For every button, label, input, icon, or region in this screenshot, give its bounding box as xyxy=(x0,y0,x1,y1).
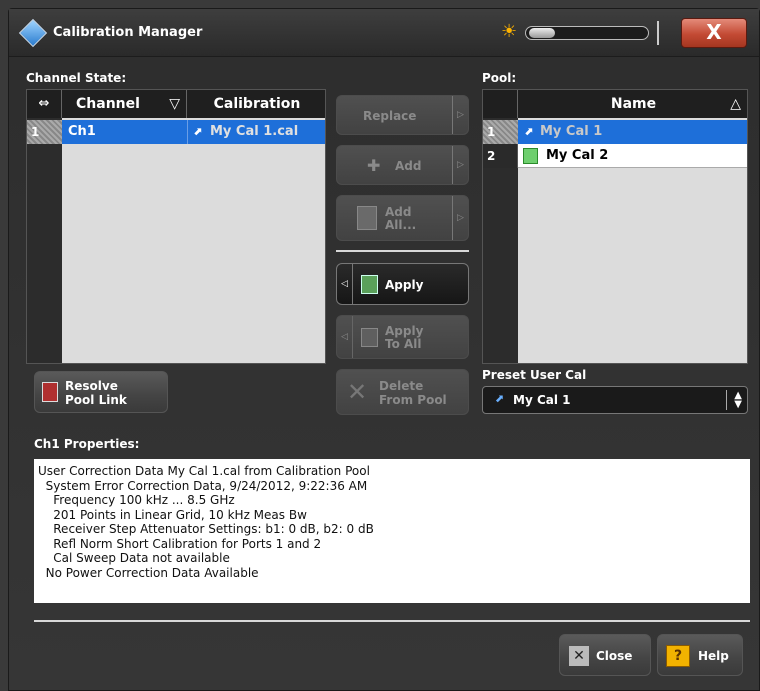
delete-label-1: Delete xyxy=(379,379,424,393)
list-item[interactable]: ⬈ My Cal 1 xyxy=(518,120,747,144)
sort-ascending-icon: △ xyxy=(730,96,741,112)
resolve-label-2: Pool Link xyxy=(65,393,127,407)
link-icon: ⬈ xyxy=(495,392,505,405)
pool-table: Name △ 1 ⬈ My Cal 1 2 My Cal 2 xyxy=(482,89,748,364)
footer-divider xyxy=(34,620,750,622)
apply-to-all-label-1: Apply xyxy=(385,324,424,338)
close-x-icon: ✕ xyxy=(569,646,589,666)
apply-button-label: Apply xyxy=(385,278,424,292)
column-header-name[interactable]: Name △ xyxy=(518,90,747,118)
column-header-name-label: Name xyxy=(610,96,657,112)
property-line: User Correction Data My Cal 1.cal from C… xyxy=(38,464,370,478)
channel-cell: Ch1 xyxy=(68,124,96,139)
list-item[interactable]: My Cal 2 xyxy=(518,144,747,168)
delete-label-2: From Pool xyxy=(379,393,447,407)
apply-button[interactable]: ◁ Apply xyxy=(336,263,469,305)
add-all-label-1: Add xyxy=(385,205,412,219)
caret-left-icon: ◁ xyxy=(337,264,353,304)
plus-icon: ✚ xyxy=(367,156,381,175)
column-resize-corner[interactable]: ⇔ xyxy=(27,90,62,118)
resolve-link-icon xyxy=(42,382,58,402)
sort-descending-icon: ▽ xyxy=(169,96,180,112)
property-line: Refl Norm Short Calibration for Ports 1 … xyxy=(38,536,322,551)
add-button-label: Add xyxy=(395,159,422,173)
link-icon: ⬈ xyxy=(524,125,534,138)
help-question-icon: ? xyxy=(666,645,690,667)
title-bar: Calibration Manager ☀ X xyxy=(9,9,759,57)
add-all-button[interactable]: Add All... ▷ xyxy=(336,195,469,241)
brightness-slider[interactable] xyxy=(525,26,649,40)
property-line: No Power Correction Data Available xyxy=(38,565,259,580)
property-line: System Error Correction Data, 9/24/2012,… xyxy=(38,478,368,493)
brightness-slider-thumb[interactable] xyxy=(529,28,555,38)
close-button[interactable]: ✕ Close xyxy=(559,634,651,676)
apply-to-all-label-2: To All xyxy=(385,337,422,351)
channel-state-table: ⇔ Channel ▽ Calibration 1 Ch1 ⬈ My Cal 1… xyxy=(26,89,326,364)
property-line: 201 Points in Linear Grid, 10 kHz Meas B… xyxy=(38,507,307,522)
calibration-manager-window: Calibration Manager ☀ X Channel State: ⇔… xyxy=(8,8,760,691)
column-header-channel[interactable]: Channel ▽ xyxy=(62,90,187,118)
document-add-icon xyxy=(357,206,377,230)
pool-label: Pool: xyxy=(482,71,517,85)
apply-all-icon xyxy=(361,328,378,347)
column-header-channel-label: Channel xyxy=(76,96,140,112)
window-title: Calibration Manager xyxy=(53,25,203,40)
add-button[interactable]: ✚ Add ▷ xyxy=(336,145,469,185)
preset-user-cal-select[interactable]: ⬈ My Cal 1 ▲ ▼ xyxy=(482,386,748,414)
link-icon: ⬈ xyxy=(193,125,203,138)
resolve-label-1: Resolve xyxy=(65,379,118,393)
pool-item-name: My Cal 2 xyxy=(546,148,609,163)
delete-from-pool-button[interactable]: ✕ Delete From Pool xyxy=(336,369,469,415)
spinner-updown-icon: ▲ ▼ xyxy=(734,390,742,410)
property-line: Receiver Step Attenuator Settings: b1: 0… xyxy=(38,522,374,536)
replace-button-label: Replace xyxy=(363,109,417,123)
ch1-properties-label: Ch1 Properties: xyxy=(34,437,140,451)
calibration-file-icon xyxy=(523,148,538,164)
property-line: Frequency 100 kHz ... 8.5 GHz xyxy=(38,493,235,507)
caret-right-icon: ▷ xyxy=(452,96,468,134)
caret-right-icon: ▷ xyxy=(452,146,468,184)
window-close-button[interactable]: X xyxy=(681,18,747,48)
row-number[interactable]: 1 xyxy=(483,120,518,144)
table-row[interactable]: Ch1 ⬈ My Cal 1.cal xyxy=(62,120,325,144)
help-button-label: Help xyxy=(698,649,729,663)
row-number[interactable]: 2 xyxy=(483,144,518,168)
calibration-cell: My Cal 1.cal xyxy=(210,124,299,139)
caret-right-icon: ▷ xyxy=(452,196,468,240)
column-header-calibration[interactable]: Calibration xyxy=(187,90,325,118)
apply-cal-icon xyxy=(361,275,378,294)
properties-text-area: User Correction Data My Cal 1.cal from C… xyxy=(34,459,750,603)
property-line: Cal Sweep Data not available xyxy=(38,551,230,565)
apply-to-all-button[interactable]: ◁ Apply To All xyxy=(336,315,469,359)
brightness-sun-icon: ☀ xyxy=(501,21,518,42)
title-divider xyxy=(657,21,659,45)
preset-user-cal-label: Preset User Cal xyxy=(482,368,587,382)
caret-left-icon: ◁ xyxy=(337,316,353,358)
add-all-label-2: All... xyxy=(385,218,417,232)
close-button-label: Close xyxy=(596,649,633,663)
divider xyxy=(336,250,469,252)
help-button[interactable]: ? Help xyxy=(657,634,743,676)
channel-state-label: Channel State: xyxy=(26,71,127,85)
pool-corner-header xyxy=(483,90,518,118)
replace-button[interactable]: Replace ▷ xyxy=(336,95,469,135)
preset-user-cal-value: My Cal 1 xyxy=(513,393,571,407)
row-number[interactable]: 1 xyxy=(27,120,62,144)
resolve-pool-link-button[interactable]: Resolve Pool Link xyxy=(34,371,168,413)
delete-x-icon: ✕ xyxy=(347,378,368,406)
pool-item-name: My Cal 1 xyxy=(540,124,603,139)
app-diamond-icon xyxy=(18,18,48,48)
